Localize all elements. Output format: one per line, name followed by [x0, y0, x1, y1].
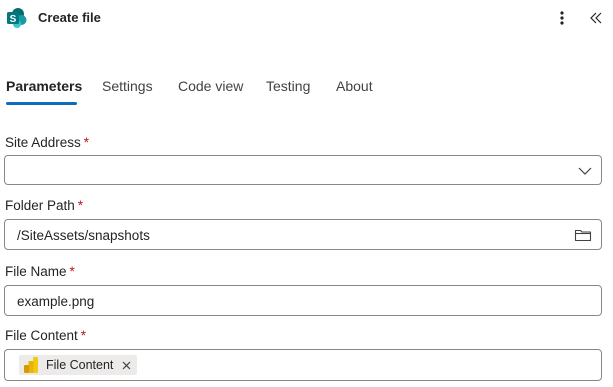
more-vertical-icon[interactable]	[554, 7, 570, 29]
site-address-label: Site Address *	[5, 135, 90, 150]
file-name-input[interactable]: example.png	[4, 285, 602, 316]
token-label: File Content	[46, 358, 114, 372]
tab-testing[interactable]: Testing	[266, 78, 310, 94]
active-tab-indicator	[6, 102, 77, 105]
folder-path-label: Folder Path *	[5, 198, 84, 213]
tab-code-view[interactable]: Code view	[178, 78, 243, 94]
file-content-label: File Content *	[5, 328, 87, 343]
required-marker: *	[83, 135, 90, 150]
file-content-input[interactable]: File Content	[4, 349, 602, 381]
required-marker: *	[77, 198, 84, 213]
sharepoint-icon: S	[6, 7, 28, 29]
chevron-down-icon[interactable]	[577, 164, 593, 178]
panel-header: S Create file	[0, 0, 613, 36]
tab-bar: Parameters Settings Code view Testing Ab…	[0, 70, 613, 110]
site-address-dropdown[interactable]	[4, 155, 602, 185]
tab-settings[interactable]: Settings	[102, 78, 153, 94]
file-name-value: example.png	[17, 294, 95, 309]
tab-about[interactable]: About	[336, 78, 373, 94]
dynamic-content-token[interactable]: File Content	[19, 355, 138, 375]
powerbi-icon	[23, 356, 39, 374]
close-icon[interactable]	[121, 360, 131, 370]
folder-path-value: /SiteAssets/snapshots	[17, 228, 150, 243]
svg-text:S: S	[10, 14, 17, 25]
panel-title: Create file	[38, 10, 101, 25]
file-name-label: File Name *	[5, 264, 75, 279]
folder-path-input[interactable]: /SiteAssets/snapshots	[4, 219, 602, 250]
required-marker: *	[80, 328, 87, 343]
tab-parameters[interactable]: Parameters	[6, 78, 82, 94]
required-marker: *	[69, 264, 75, 279]
chevron-double-left-icon[interactable]	[585, 6, 607, 30]
folder-icon[interactable]	[573, 227, 593, 243]
